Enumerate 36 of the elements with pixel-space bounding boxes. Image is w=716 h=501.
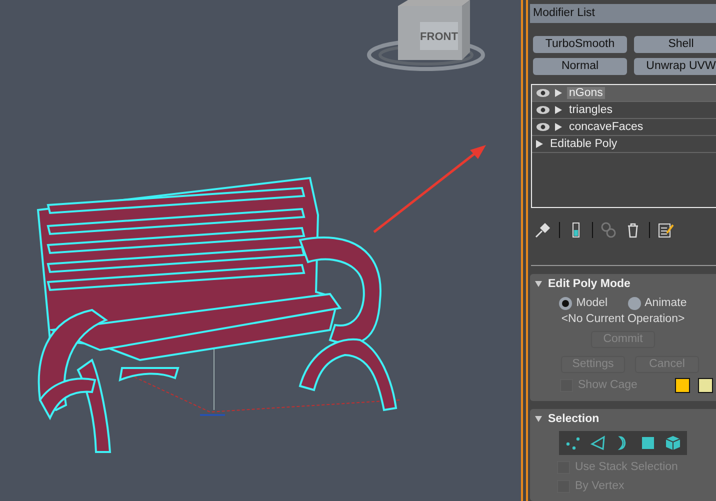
operation-status: <No Current Operation> (560, 312, 686, 325)
modifier-stack-item[interactable]: triangles (532, 102, 716, 119)
square-icon[interactable] (640, 434, 656, 451)
pin-icon[interactable] (535, 222, 551, 238)
mode-radio[interactable]: Animate (628, 296, 687, 310)
collapse-caret-icon[interactable] (535, 280, 542, 287)
modifier-button[interactable]: TurboSmooth (533, 36, 627, 53)
cage-color-swatch[interactable] (675, 378, 690, 393)
vertex-icon[interactable] (565, 434, 581, 451)
trash-icon[interactable] (625, 222, 641, 238)
edit-sheet-icon[interactable] (658, 222, 674, 238)
modifier-button[interactable]: Unwrap UVW (634, 58, 716, 75)
triangle-outline-icon[interactable] (590, 434, 606, 451)
eye-icon[interactable] (536, 104, 550, 115)
modifier-list-dropdown[interactable]: Modifier List (530, 4, 716, 23)
cage-color-swatch[interactable] (698, 378, 714, 393)
modifier-stack-item[interactable]: nGons (532, 84, 716, 102)
rollout-title[interactable]: Edit Poly Mode (548, 278, 630, 290)
modifier-label: Editable Poly (549, 138, 618, 150)
modifier-label: triangles (568, 104, 614, 116)
rollout-title[interactable]: Selection (548, 412, 600, 425)
modifier-label: nGons (567, 86, 605, 99)
mode-radio[interactable]: Model (559, 296, 608, 310)
modifier-stack-item[interactable]: Editable Poly (532, 136, 716, 153)
collapse-caret-icon[interactable] (535, 416, 542, 422)
modifier-button[interactable]: Normal (533, 58, 627, 75)
viewcube-face-label: FRONT (420, 31, 458, 43)
modifier-button[interactable]: Shell (634, 36, 716, 53)
modifier-label: concaveFaces (568, 120, 644, 133)
cube-icon[interactable] (665, 434, 681, 451)
modifier-stack-item[interactable]: concaveFaces (532, 118, 716, 136)
eye-icon[interactable] (536, 122, 550, 132)
panel-splitter[interactable] (521, 0, 528, 501)
expand-arrow-icon[interactable] (536, 140, 543, 148)
bench-drawing[interactable] (36, 176, 397, 453)
eye-icon[interactable] (536, 88, 550, 98)
